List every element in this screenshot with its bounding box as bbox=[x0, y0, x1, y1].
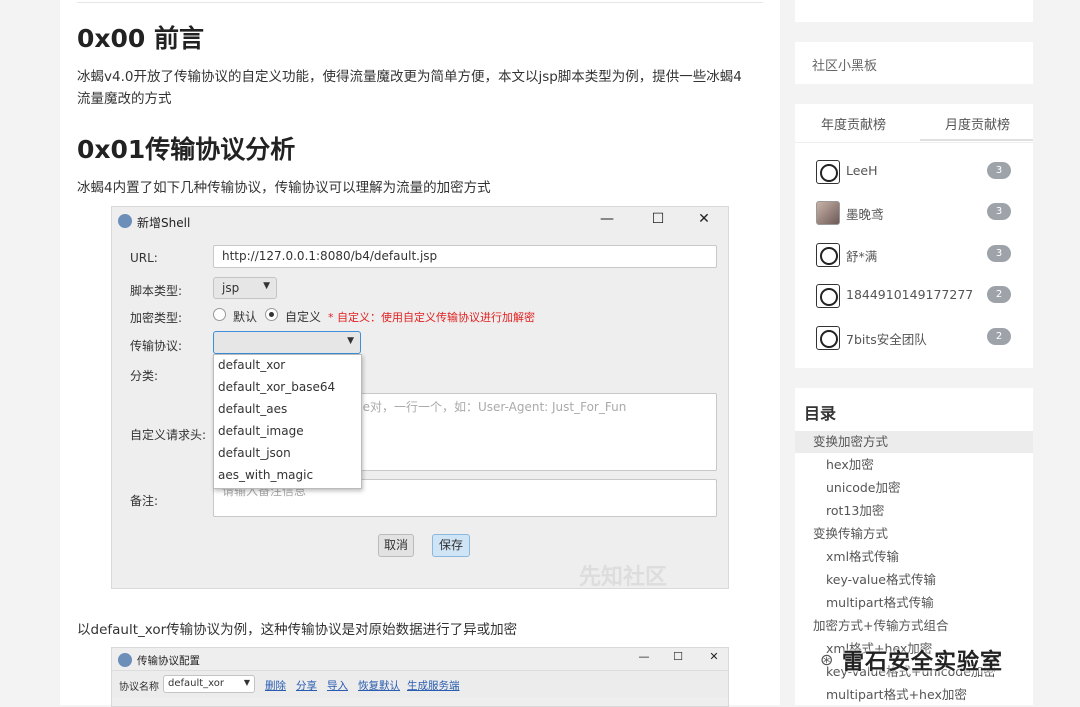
rank-name: 舒*满 bbox=[846, 249, 878, 264]
maximize-icon[interactable]: ☐ bbox=[668, 650, 688, 663]
dropdown-option[interactable]: default_image bbox=[218, 424, 304, 438]
toc-item[interactable]: multipart格式传输 bbox=[795, 592, 1033, 614]
cancel-button[interactable]: 取消 bbox=[378, 534, 414, 557]
dropdown-option[interactable]: default_aes bbox=[218, 402, 287, 416]
board-link[interactable]: 社区小黑板 bbox=[812, 55, 877, 74]
heading-preface: 0x00 前言 bbox=[77, 24, 205, 53]
tab-monthly[interactable]: 月度贡献榜 bbox=[945, 114, 1010, 133]
url-label: URL: bbox=[130, 251, 158, 265]
toc-item[interactable]: hex加密 bbox=[795, 454, 1033, 476]
avatar bbox=[816, 326, 840, 350]
chevron-down-icon: ▼ bbox=[347, 336, 354, 346]
rank-count-badge: 3 bbox=[987, 203, 1011, 220]
rank-row[interactable]: LeeH 3 bbox=[795, 156, 1033, 186]
tab-underline bbox=[920, 139, 1033, 141]
divider bbox=[77, 2, 763, 3]
radio-default-label: 默认 bbox=[233, 310, 258, 324]
watermark: 先知社区 bbox=[579, 565, 668, 590]
rank-name: 墨晚鸢 bbox=[846, 207, 884, 222]
protocol-name-select[interactable]: default_xor ▼ bbox=[163, 675, 255, 693]
dropdown-option[interactable]: aes_with_magic bbox=[218, 468, 313, 482]
sidebar-card-top bbox=[795, 0, 1033, 22]
rank-row[interactable]: 舒*满 3 bbox=[795, 239, 1033, 269]
app-logo-icon bbox=[118, 653, 132, 667]
dropdown-option[interactable]: default_xor bbox=[218, 358, 285, 372]
restore-default-link[interactable]: 恢复默认 bbox=[358, 678, 400, 693]
headers-label: 自定义请求头: bbox=[130, 428, 207, 442]
dropdown-option[interactable]: default_xor_base64 bbox=[218, 380, 335, 394]
toc-item[interactable]: 变换传输方式 bbox=[795, 523, 1033, 545]
import-link[interactable]: 导入 bbox=[327, 678, 348, 693]
notes-label: 备注: bbox=[130, 494, 159, 508]
avatar bbox=[816, 243, 840, 267]
protocol-label: 传输协议: bbox=[130, 339, 183, 353]
toolbar: 协议名称 default_xor ▼ 删除 分享 导入 恢复默认 生成服务端 bbox=[112, 670, 728, 697]
toc-item[interactable]: key-value格式传输 bbox=[795, 569, 1033, 591]
rank-tabs: 年度贡献榜 月度贡献榜 bbox=[795, 104, 1033, 143]
close-icon[interactable]: ✕ bbox=[694, 211, 714, 227]
tab-yearly[interactable]: 年度贡献榜 bbox=[821, 114, 886, 133]
radio-custom-label: 自定义 bbox=[285, 310, 322, 324]
paragraph-xor: 以default_xor传输协议为例，这种传输协议是对原始数据进行了异或加密 bbox=[77, 622, 518, 638]
delete-link[interactable]: 删除 bbox=[265, 678, 286, 693]
minimize-icon[interactable]: — bbox=[634, 650, 654, 663]
screenshot-protocol-config: 传输协议配置 — ☐ ✕ 协议名称 default_xor ▼ 删除 分享 导入… bbox=[111, 647, 729, 707]
avatar bbox=[816, 160, 840, 184]
rank-count-badge: 3 bbox=[987, 162, 1011, 179]
wechat-watermark: 雷石安全实验室 bbox=[842, 650, 1004, 675]
avatar bbox=[816, 201, 840, 225]
generate-server-link[interactable]: 生成服务端 bbox=[407, 678, 460, 693]
dropdown-option[interactable]: default_json bbox=[218, 446, 291, 460]
screenshot-new-shell-dialog: 新增Shell — ☐ ✕ URL: http://127.0.0.1:8080… bbox=[111, 206, 729, 590]
toc-item[interactable]: 变换加密方式 bbox=[795, 431, 1033, 453]
paragraph-protocols: 冰蝎4内置了如下几种传输协议，传输协议可以理解为流量的加密方式 bbox=[77, 180, 491, 196]
toc-item[interactable]: 加密方式+传输方式组合 bbox=[795, 615, 1033, 637]
app-logo-icon bbox=[118, 214, 132, 228]
toc-item[interactable]: rot13加密 bbox=[795, 500, 1033, 522]
dialog2-title: 传输协议配置 bbox=[137, 655, 200, 667]
radio-custom[interactable] bbox=[265, 308, 278, 321]
rank-count-badge: 2 bbox=[987, 286, 1011, 303]
save-button[interactable]: 保存 bbox=[432, 534, 470, 557]
maximize-icon[interactable]: ☐ bbox=[648, 211, 668, 227]
rank-name: 1844910149177277 bbox=[846, 287, 974, 302]
minimize-icon[interactable]: — bbox=[597, 211, 617, 227]
chevron-down-icon: ▼ bbox=[263, 281, 270, 291]
toc-title: 目录 bbox=[804, 404, 837, 423]
rank-row[interactable]: 7bits安全团队 2 bbox=[795, 322, 1033, 352]
paragraph-intro: 冰蝎v4.0开放了传输协议的自定义功能，使得流量魔改更为简单方便，本文以jsp脚… bbox=[77, 69, 742, 107]
dialog-title: 新增Shell bbox=[137, 216, 191, 230]
close-icon[interactable]: ✕ bbox=[704, 650, 724, 663]
rank-row[interactable]: 1844910149177277 2 bbox=[795, 280, 1033, 310]
heading-protocol-analysis: 0x01传输协议分析 bbox=[77, 135, 296, 164]
rank-count-badge: 2 bbox=[987, 328, 1011, 345]
rank-name: LeeH bbox=[846, 163, 878, 178]
enc-type-label: 加密类型: bbox=[130, 311, 183, 325]
toc-item[interactable]: multipart格式+hex加密 bbox=[795, 684, 1033, 706]
rank-row[interactable]: 墨晚鸢 3 bbox=[795, 197, 1033, 227]
toc-item[interactable]: unicode加密 bbox=[795, 477, 1033, 499]
wechat-icon: ⊛ bbox=[820, 650, 834, 669]
protocol-dropdown: default_xor default_xor_base64 default_a… bbox=[213, 354, 362, 489]
protocol-select[interactable]: ▼ bbox=[213, 331, 361, 354]
chevron-down-icon: ▼ bbox=[243, 678, 250, 687]
script-type-label: 脚本类型: bbox=[130, 284, 183, 298]
rank-count-badge: 3 bbox=[987, 245, 1011, 262]
enc-hint: * 自定义：使用自定义传输协议进行加解密 bbox=[328, 311, 535, 324]
url-field[interactable]: http://127.0.0.1:8080/b4/default.jsp bbox=[213, 245, 717, 268]
radio-default[interactable] bbox=[213, 308, 226, 321]
sidebar-card-rankings: 年度贡献榜 月度贡献榜 LeeH 3 墨晚鸢 3 舒*满 3 184491014… bbox=[795, 104, 1033, 368]
script-type-select[interactable]: jsp ▼ bbox=[213, 277, 277, 299]
sidebar-card-board: 社区小黑板 bbox=[795, 42, 1033, 84]
share-link[interactable]: 分享 bbox=[296, 678, 317, 693]
protocol-name-label: 协议名称 bbox=[119, 682, 159, 693]
avatar bbox=[816, 284, 840, 308]
rank-name: 7bits安全团队 bbox=[846, 332, 927, 347]
toc-item[interactable]: xml格式传输 bbox=[795, 546, 1033, 568]
category-label: 分类: bbox=[130, 369, 159, 383]
